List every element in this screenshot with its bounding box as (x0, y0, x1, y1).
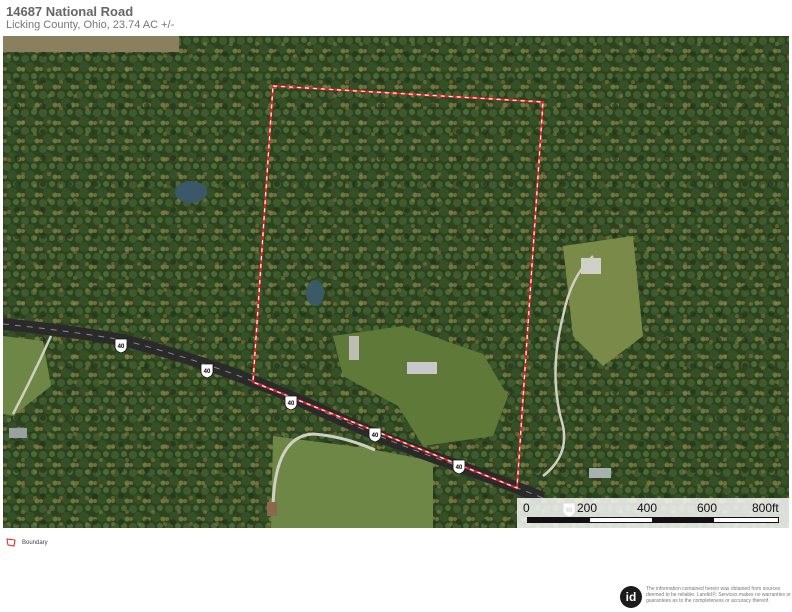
building (267, 502, 277, 516)
house (407, 362, 437, 374)
scale-track (527, 517, 779, 523)
svg-text:40: 40 (288, 401, 295, 407)
route-shield-icon: 40 (114, 338, 128, 354)
svg-text:40: 40 (456, 465, 463, 471)
route-shield-icon: 40 (284, 395, 298, 411)
svg-text:40: 40 (204, 369, 211, 375)
route-shield-icon: 40 (200, 363, 214, 379)
map-imagery: 40 40 40 40 40 40 (3, 36, 789, 528)
house (589, 468, 611, 478)
driveway (349, 336, 359, 360)
farm-field (3, 36, 179, 52)
route-shield-icon: 40 (368, 427, 382, 443)
route-shield-icon: 40 (452, 459, 466, 475)
scale-label: 600 (697, 501, 718, 515)
legend-boundary-label: Boundary (22, 540, 48, 546)
house (9, 428, 27, 438)
landid-logo: id (620, 586, 642, 608)
svg-text:40: 40 (118, 344, 125, 350)
scale-label: 800ft (752, 501, 779, 515)
svg-text:40: 40 (372, 433, 379, 439)
scale-label: 200 (577, 501, 598, 515)
scale-bar: 0 200 400 600 800ft (517, 498, 789, 528)
pond (175, 181, 207, 203)
satellite-map[interactable]: 40 40 40 40 40 40 0 200 400 600 800ft (3, 36, 789, 528)
boundary-polygon-icon (6, 538, 16, 547)
property-title: 14687 National Road (6, 4, 134, 19)
scale-label: 0 (523, 501, 530, 515)
scale-label: 400 (637, 501, 658, 515)
property-subtitle: Licking County, Ohio, 23.74 AC +/- (6, 19, 175, 31)
disclaimer-text: The information contained herein was obt… (646, 586, 791, 604)
pond (306, 280, 324, 306)
map-legend: Boundary (6, 538, 48, 548)
